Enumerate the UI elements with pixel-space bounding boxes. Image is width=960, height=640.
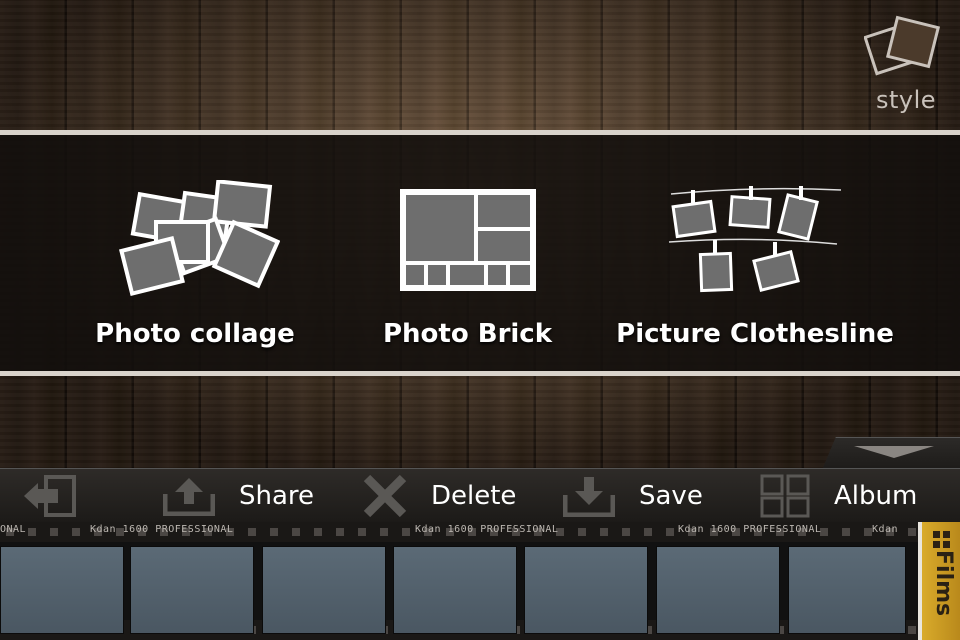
photo-brick-title: Photo Brick — [382, 319, 553, 349]
save-button[interactable]: Save — [563, 469, 703, 523]
album-button[interactable]: Album — [760, 469, 917, 523]
film-frame[interactable] — [130, 546, 254, 634]
photo-brick-option[interactable]: Photo Brick — [380, 175, 555, 365]
share-icon — [163, 478, 215, 516]
photo-collage-option[interactable]: Photo collage — [95, 175, 295, 365]
photo-collage-icon — [119, 180, 280, 297]
film-edge-code: ONAL — [0, 524, 27, 535]
films-tab-label: Films — [931, 550, 956, 617]
picture-clothesline-title: Picture Clothesline — [616, 319, 894, 349]
album-grid-icon — [760, 474, 810, 518]
album-label: Album — [834, 481, 918, 511]
style-stack-icon — [864, 15, 941, 76]
save-label: Save — [639, 481, 703, 511]
style-label: style — [875, 86, 937, 114]
share-button[interactable]: Share — [163, 469, 314, 523]
collapse-tab[interactable] — [822, 437, 960, 470]
save-icon — [563, 477, 615, 517]
delete-button[interactable]: Delete — [363, 469, 516, 523]
bottom-toolbar: Share Delete Save Album — [0, 468, 960, 523]
films-grid-icon — [933, 531, 950, 548]
film-frame[interactable] — [262, 546, 386, 634]
chevron-down-icon — [854, 446, 934, 458]
film-frame[interactable] — [393, 546, 517, 634]
delete-label: Delete — [431, 481, 517, 511]
photo-brick-icon — [399, 189, 536, 291]
film-edge-code: Kdan 1600 PROFESSIONAL — [678, 524, 822, 535]
film-edge-code: Kdan — [872, 524, 899, 535]
picture-clothesline-icon — [668, 186, 842, 293]
film-edge-code: Kdan 1600 PROFESSIONAL — [90, 524, 234, 535]
film-edge-code: Kdan 1600 PROFESSIONAL — [415, 524, 559, 535]
film-frame[interactable] — [656, 546, 780, 634]
picture-clothesline-option[interactable]: Picture Clothesline — [616, 175, 894, 365]
exit-button[interactable] — [22, 469, 78, 523]
film-frame[interactable] — [0, 546, 124, 634]
share-label: Share — [239, 481, 315, 511]
film-frame[interactable] — [524, 546, 648, 634]
filmstrip[interactable]: ONAL Kdan 1600 PROFESSIONAL Kdan 1600 PR… — [0, 522, 920, 640]
exit-icon — [24, 475, 76, 517]
delete-icon — [363, 474, 407, 518]
photo-collage-title: Photo collage — [95, 319, 295, 349]
film-frame[interactable] — [788, 546, 906, 634]
style-button[interactable]: style — [864, 10, 948, 120]
style-options-band: Photo collage Photo Brick Picture Clothe… — [0, 130, 960, 376]
films-tab[interactable]: Films — [918, 522, 960, 640]
